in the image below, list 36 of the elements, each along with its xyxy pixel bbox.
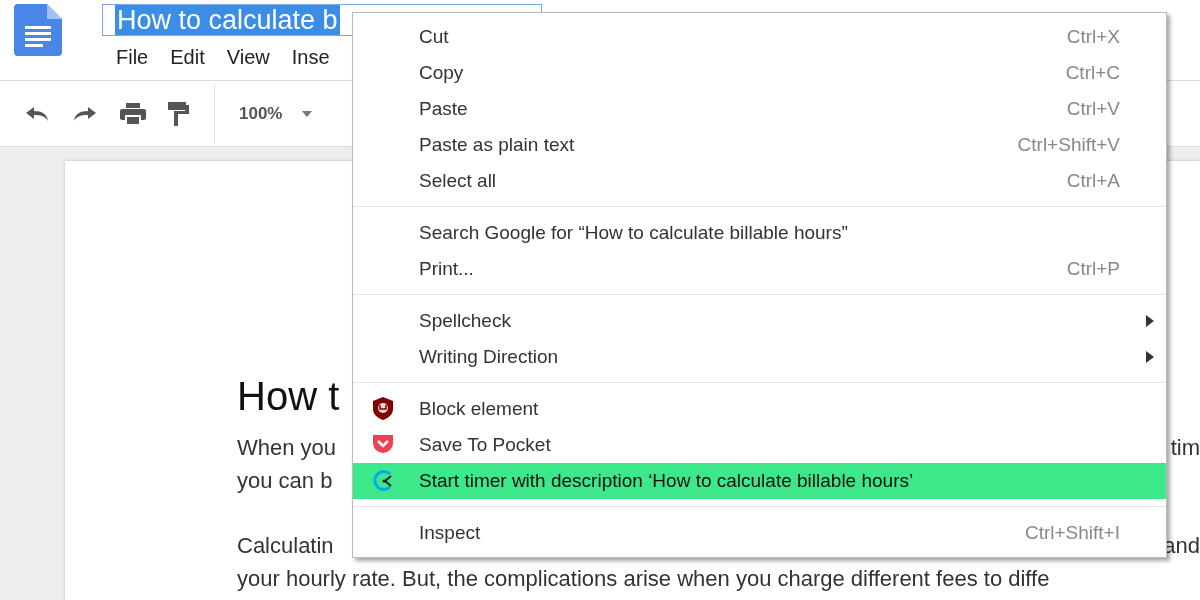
menu-item[interactable]: Save To Pocket [353,427,1166,463]
menu-item[interactable]: File [116,46,149,69]
shortcut-text: Ctrl+V [1066,98,1120,120]
body-text: When you [237,434,337,462]
shortcut-text: Ctrl+A [1066,170,1120,192]
zoom-select[interactable]: 100% [239,103,313,124]
menu-item[interactable]: View [226,46,270,69]
shortcut-text: Ctrl+Shift+I [1024,522,1120,544]
shortcut-text: Ctrl+Shift+V [1017,134,1120,156]
menu-item[interactable]: Inse [291,46,330,69]
paint-format-icon[interactable] [166,100,190,127]
caret-icon[interactable] [302,110,313,117]
menu-item[interactable]: Spellcheck [353,303,1166,339]
shortcut-text: Ctrl+C [1065,62,1120,84]
menu-item[interactable]: Select all Ctrl+A [353,163,1166,199]
menu-item[interactable]: Inspect Ctrl+Shift+I [353,515,1166,551]
menu-item[interactable]: Block element [353,391,1166,427]
body-text: your hourly rate. But, the complications arise when you charge different fees to diffe [237,565,1050,593]
document-icon[interactable] [14,4,62,56]
document-title: How to calculate b [115,5,340,35]
body-text: you can b [237,467,333,495]
body-text: Calculatin [237,532,334,560]
menu-item[interactable]: Edit [170,46,205,69]
menu-item[interactable]: Copy Ctrl+C [353,55,1166,91]
shortcut-text: Ctrl+P [1066,258,1120,280]
menu-item[interactable]: Paste Ctrl+V [353,91,1166,127]
shortcut-text: Ctrl+X [1066,26,1120,48]
shield-icon[interactable] [371,396,395,422]
document-heading: How t [237,373,340,419]
menu-item[interactable]: Writing Direction [353,339,1166,375]
menu-item[interactable]: Paste as plain text Ctrl+Shift+V [353,127,1166,163]
print-icon[interactable] [118,101,148,126]
menu-item[interactable]: Search Google for “How to calculate billable hours” [353,215,1166,251]
menu-item[interactable]: Print... Ctrl+P [353,251,1166,287]
menu-item[interactable]: Start timer with description ‘How to calculate billable hours’ [353,463,1166,499]
body-text: tim [1170,434,1200,462]
